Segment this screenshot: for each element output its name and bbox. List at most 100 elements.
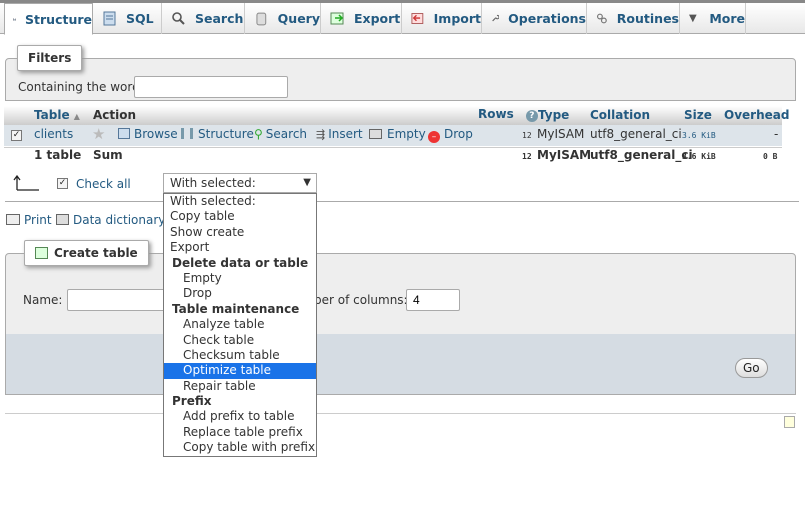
sum-size: 3.6 KiB [682,152,716,161]
dropdown-option[interactable]: Repair table [164,379,316,394]
with-selected-dropdown: With selected: Copy table Show create Expor… [163,193,317,457]
row-overhead: - [774,127,779,141]
sum-collation: utf8_general_ci [590,148,693,162]
dropdown-option[interactable]: Checksum table [164,348,316,363]
star-icon[interactable]: ★ [92,125,105,143]
tab-routines[interactable]: Routines [588,3,680,34]
sum-rows: 12 [522,152,532,161]
sum-type: MyISAM [537,148,592,162]
tab-structure[interactable]: Structure [4,3,93,35]
dropdown-option[interactable]: Export [164,240,316,255]
dropdown-option[interactable]: Copy table [164,209,316,224]
insert-action[interactable]: ⇶ Insert [316,127,363,141]
row-collation: utf8_general_ci [590,127,682,141]
search-icon [172,12,185,25]
tab-structure-label: Structure [25,11,92,27]
divider [5,201,799,202]
tab-operations[interactable]: Operations [483,3,587,34]
dropdown-option: Delete data or table [172,255,309,270]
filters-legend: Filters [17,45,83,71]
table-name-link[interactable]: clients [34,127,73,141]
tab-import-label: Import [433,11,481,26]
name-label: Name: [23,293,63,307]
with-selected-value: With selected: [170,176,256,190]
dropdown-option[interactable]: With selected: [164,194,316,209]
check-all-checkbox[interactable]: ✓ [57,178,68,189]
create-table-icon [35,247,48,259]
columns-label: ber of columns: [314,293,408,307]
dropdown-option[interactable]: Copy table with prefix [164,440,316,455]
with-selected-select[interactable]: With selected: ▼ [163,173,317,193]
bottom-divider [5,413,796,414]
tab-import[interactable]: Import [403,3,482,34]
columns-input[interactable] [406,289,460,311]
tab-query[interactable]: Query [246,3,321,34]
drop-icon: – [428,131,440,143]
printer-icon [6,214,20,225]
tab-search[interactable]: Search [163,3,245,34]
tab-operations-label: Operations [508,11,586,26]
tab-routines-label: Routines [616,11,679,26]
caret-down-icon: ▼ [689,13,697,24]
search-small-icon: ⚲ [254,127,263,141]
help-icon[interactable]: ? [525,110,538,122]
dropdown-option[interactable]: Empty [164,271,316,286]
empty-action[interactable]: Empty [369,127,426,141]
dictionary-icon [56,214,69,225]
header-size[interactable]: Size [684,108,712,122]
insert-icon: ⇶ [316,128,326,141]
header-rows[interactable]: Rows ? [478,107,538,122]
tab-more[interactable]: ▼ More [681,3,746,34]
print-link[interactable]: Print [6,213,52,227]
header-table[interactable]: Table ▲ [34,108,80,122]
header-collation[interactable]: Collation [590,108,650,122]
structure-action[interactable]: Structure [181,127,254,141]
check-all-label[interactable]: Check all [76,177,131,191]
header-type[interactable]: Type [538,108,569,122]
query-icon [256,12,267,26]
row-checkbox[interactable]: ✓ [11,130,22,141]
dropdown-option: Table maintenance [172,301,300,316]
dropdown-option[interactable]: Replace table prefix [164,425,316,440]
sum-overhead: 0 B [763,152,778,161]
import-icon [411,13,424,24]
dropdown-option: Prefix [172,394,212,409]
tab-query-label: Query [277,11,320,26]
select-arrow-icon: ▼ [303,177,311,188]
dropdown-option[interactable]: Drop [164,286,316,301]
dropdown-option[interactable]: Optimize table [164,363,316,379]
containing-label: Containing the word: [18,80,144,94]
main-tabs: Structure SQL Search Query Export Import… [0,3,805,35]
table-name-input[interactable] [67,289,177,311]
tab-sql-label: SQL [126,11,154,26]
create-table-footer [6,334,795,394]
structure-small-icon [181,128,193,139]
routines-icon [596,13,607,24]
wrench-icon [492,14,500,22]
containing-input[interactable] [134,76,288,98]
browse-icon [118,128,130,139]
dropdown-option[interactable]: Check table [164,333,316,348]
go-button[interactable]: Go [735,358,768,378]
sum-label: Sum [93,148,123,162]
sum-tables: 1 table [34,148,82,162]
tab-sql[interactable]: SQL [94,3,162,34]
tab-more-label: More [709,11,745,26]
dropdown-option[interactable]: Analyze table [164,317,316,332]
data-dictionary-link[interactable]: Data dictionary [56,213,165,227]
dropdown-option[interactable]: Show create [164,225,316,240]
drop-action[interactable]: – Drop [428,127,473,143]
empty-icon [369,129,382,139]
row-size[interactable]: 3.6 KiB [682,131,716,140]
export-icon [330,12,344,25]
tab-export[interactable]: Export [322,3,402,34]
browse-action[interactable]: Browse [118,127,178,141]
dropdown-option[interactable]: Add prefix to table [164,409,316,424]
note-icon[interactable] [784,416,795,428]
sql-icon [103,11,116,26]
header-overhead[interactable]: Overhead [724,108,789,122]
structure-icon [13,17,16,21]
search-action[interactable]: ⚲ Search [254,127,307,141]
tab-export-label: Export [354,11,401,26]
header-action: Action [93,108,137,122]
